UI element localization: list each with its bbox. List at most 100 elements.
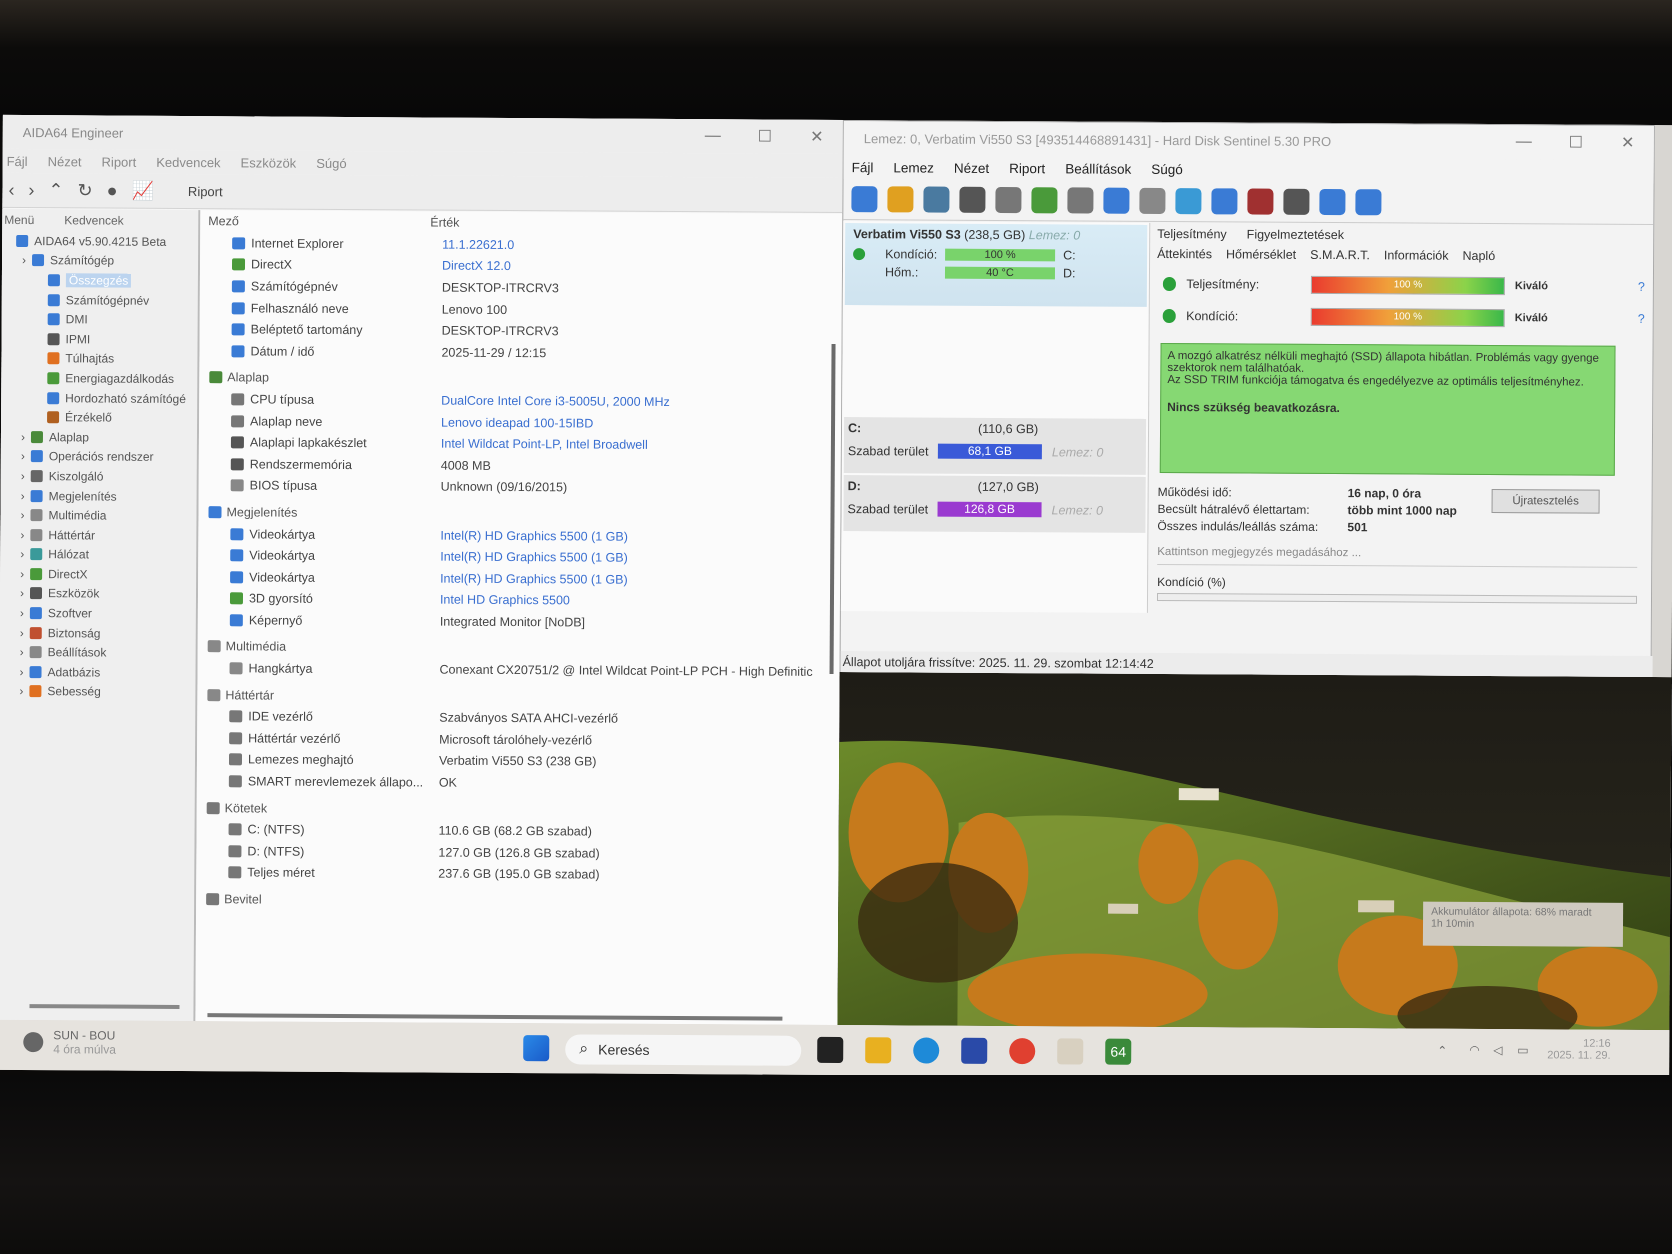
expand-icon[interactable]: › [20,645,30,659]
toolbar-button-icon[interactable] [1355,189,1382,216]
help-icon[interactable]: ? [1638,312,1645,326]
detail-row[interactable]: Teljes méret 237.6 GB (195.0 GB szabad) [196,862,838,888]
report-button[interactable]: Riport [188,184,223,199]
toolbar-button-icon[interactable] [1247,188,1274,215]
tree-item[interactable]: › Háttértár [0,525,196,546]
battery-notification[interactable]: Akkumulátor állapota: 68% maradt 1h 10mi… [1422,901,1624,947]
tab-performance[interactable]: Teljesítmény [1157,227,1227,241]
tree-item[interactable]: Számítógépnév [2,290,198,311]
back-icon[interactable]: ‹ [8,179,14,200]
tree-horizontal-scrollbar[interactable] [29,1004,180,1009]
field-value[interactable]: Intel(R) HD Graphics 5500 (1 GB) [440,571,840,587]
user-icon[interactable]: ● [107,180,118,201]
field-value[interactable]: Intel Wildcat Point-LP, Intel Broadwell [441,437,841,453]
up-icon[interactable]: ⌃ [48,180,63,201]
store-icon[interactable] [961,1037,988,1064]
tree-item[interactable]: › Adatbázis [0,662,196,683]
toolbar-button-icon[interactable] [1211,188,1238,215]
toolbar-button-icon[interactable] [1067,187,1094,214]
tab-menu[interactable]: Menü [4,213,34,227]
tree-item[interactable]: › Beállítások [0,642,196,663]
edge-icon[interactable] [913,1037,940,1064]
minimize-button[interactable]: — [1498,133,1550,151]
task-view-icon[interactable] [817,1036,844,1064]
field-value[interactable]: Intel(R) HD Graphics 5500 (1 GB) [440,550,840,566]
chart-icon[interactable]: 📈 [131,180,154,201]
tray-chevron-icon[interactable]: ⌃ [1437,1044,1447,1058]
expand-icon[interactable]: › [19,684,29,698]
toolbar-button-icon[interactable] [1319,188,1346,216]
menu-item[interactable]: Nézet [954,160,989,175]
menu-item[interactable]: Beállítások [1065,161,1131,176]
tree-item[interactable]: Összegzés [2,270,198,291]
wifi-icon[interactable]: ◠ [1469,1043,1480,1057]
menu-item[interactable]: Kedvencek [156,154,220,169]
expand-icon[interactable]: › [22,253,32,267]
tree-item[interactable]: Hordozható számítógé [1,388,197,409]
column-header-field[interactable]: Mező [200,214,430,229]
toolbar-button-icon[interactable] [959,186,986,213]
field-value[interactable]: DirectX 12.0 [442,259,842,275]
menu-item[interactable]: Nézet [48,154,82,169]
toolbar-button-icon[interactable] [1103,187,1130,214]
expand-icon[interactable]: › [21,430,31,444]
detail-row[interactable]: BIOS típusa Unknown (09/16/2015) [199,475,841,501]
toolbar-button-icon[interactable] [923,186,950,213]
tree-item[interactable]: Túlhajtás [1,348,197,369]
aida64-taskbar-icon[interactable]: 64 [1105,1038,1132,1065]
expand-icon[interactable]: › [20,626,30,640]
file-explorer-icon[interactable] [865,1037,892,1064]
field-value[interactable]: 11.1.22621.0 [442,237,842,253]
tree-item[interactable]: › Alaplap [1,427,197,448]
menu-item[interactable]: Fájl [852,160,874,175]
close-button[interactable]: ✕ [791,127,843,147]
retest-button[interactable]: Újratesztelés [1491,489,1600,514]
menu-item[interactable]: Eszközök [241,155,297,170]
menu-item[interactable]: Lemez [893,160,934,175]
search-box[interactable]: ⌕ Keresés [565,1034,802,1066]
tab-0[interactable]: Áttekintés [1157,247,1212,261]
close-button[interactable]: ✕ [1602,133,1654,153]
menu-item[interactable]: Súgó [1151,161,1183,176]
maximize-button[interactable]: ☐ [739,126,791,146]
field-value[interactable]: DualCore Intel Core i3-5005U, 2000 MHz [441,394,841,410]
expand-icon[interactable]: › [20,547,30,561]
tree-item[interactable]: IPMI [2,329,198,350]
expand-icon[interactable]: › [20,528,30,542]
tree-item[interactable]: › Hálózat [0,544,196,565]
tree-item[interactable]: DMI [2,309,198,330]
volume-icon[interactable]: ◁ [1493,1043,1502,1057]
minimize-button[interactable]: — [687,127,739,145]
column-header-value[interactable]: Érték [430,216,459,230]
tree-item[interactable]: › Operációs rendszer [1,446,197,467]
battery-icon[interactable]: ▭ [1517,1043,1528,1057]
tree-item[interactable]: › Kiszolgáló [1,466,197,487]
start-button[interactable] [523,1035,550,1062]
partition-card[interactable]: D: (127,0 GB) Szabad terület 126,8 GB Lemez:… [843,475,1146,533]
expand-icon[interactable]: › [19,665,29,679]
details-horizontal-scrollbar[interactable] [207,1013,783,1021]
toolbar-button-icon[interactable] [995,186,1022,214]
hard-disk-sentinel-icon[interactable] [1057,1038,1084,1065]
detail-row[interactable]: Dátum / idő 2025-11-29 / 12:15 [199,340,841,366]
tab-3[interactable]: Információk [1384,248,1449,262]
tab-favorites[interactable]: Kedvencek [64,213,123,227]
expand-icon[interactable]: › [20,586,30,600]
menu-item[interactable]: Riport [1009,161,1045,176]
tree-item[interactable]: › DirectX [0,564,196,585]
maximize-button[interactable]: ☐ [1550,132,1602,152]
tree-item[interactable]: › Szoftver [0,603,196,624]
toolbar-button-icon[interactable] [1283,188,1310,215]
menu-item[interactable]: Súgó [316,155,346,170]
forward-icon[interactable]: › [28,180,34,201]
detail-row[interactable]: Hangkártya Conexant CX20751/2 @ Intel Wil… [197,657,839,683]
toolbar-button-icon[interactable] [851,186,878,213]
tree-item[interactable]: › Sebesség [0,682,195,703]
disk-card[interactable]: Verbatim Vi550 S3 (238,5 GB) Lemez: 0 Ko… [844,223,1148,307]
toolbar-button-icon[interactable] [887,186,914,213]
menu-item[interactable]: Fájl [7,153,28,168]
expand-icon[interactable]: › [21,489,31,503]
help-icon[interactable]: ? [1638,280,1645,294]
detail-row[interactable]: SMART merevlemezek állapo... OK [197,770,839,796]
tab-4[interactable]: Napló [1462,249,1495,263]
